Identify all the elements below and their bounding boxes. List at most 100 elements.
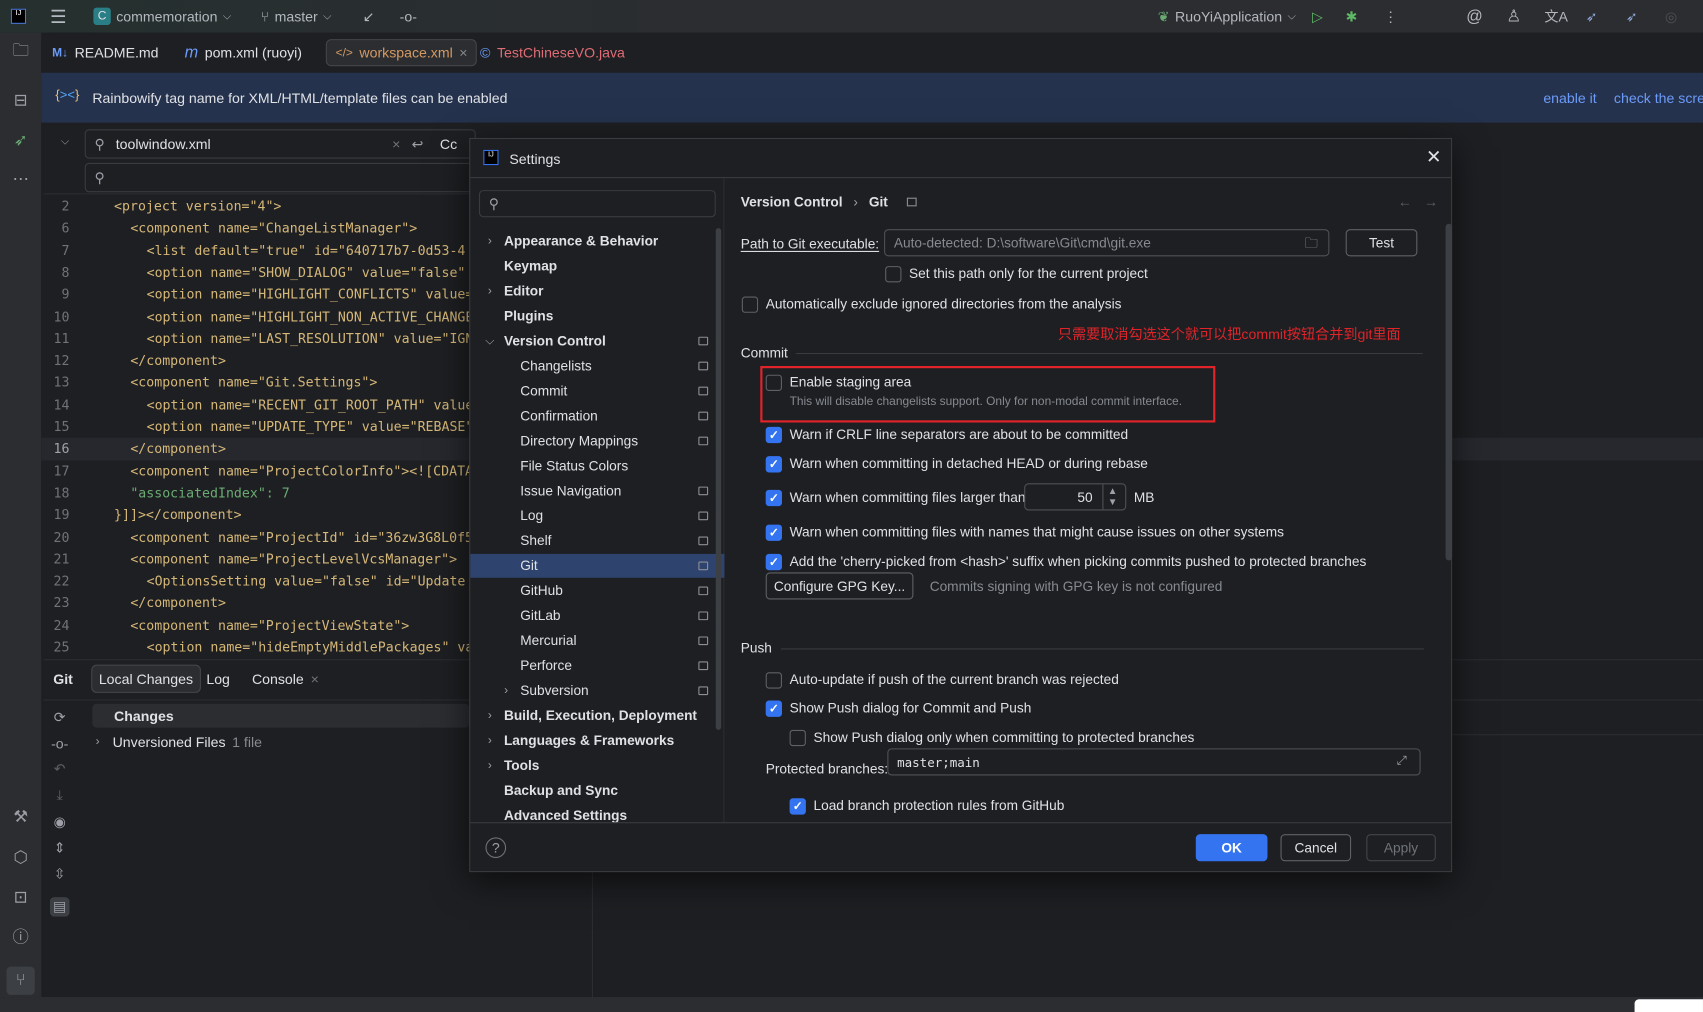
translate-icon[interactable]: 文A — [1544, 0, 1568, 33]
jrebel-debug-icon[interactable]: ➶ — [1626, 0, 1638, 33]
load-protection-rules-checkbox[interactable]: ✓ Load branch protection rules from GitHu… — [789, 795, 1064, 817]
settings-nav-item[interactable]: Backup and Sync — [470, 779, 724, 803]
enable-it-link[interactable]: enable it — [1543, 90, 1596, 106]
match-case-toggle[interactable]: Cc — [440, 136, 457, 152]
test-button[interactable]: Test — [1345, 229, 1418, 257]
checkmark-icon[interactable]: ✓ — [765, 699, 782, 717]
add-user-icon[interactable]: ♙ — [1506, 0, 1521, 33]
project-folder-icon[interactable]: 🗀 — [10, 40, 32, 62]
checkmark-icon[interactable]: ✓ — [765, 426, 782, 443]
settings-nav-item[interactable]: Confirmation — [470, 404, 724, 428]
nav-scrollbar[interactable] — [715, 228, 722, 730]
ok-button[interactable]: OK — [1195, 834, 1268, 862]
more-icon[interactable]: ⋮ — [1384, 0, 1398, 33]
settings-nav-item[interactable]: › Editor — [470, 279, 724, 303]
run-config-selector[interactable]: ❦ RuoYiApplication ⌵ — [1158, 0, 1296, 33]
checkbox[interactable] — [741, 295, 759, 313]
protected-branches-field[interactable]: master;main ⤢ — [887, 748, 1421, 776]
tab-pom-xml[interactable]: m pom.xml (ruoyi) — [176, 39, 311, 66]
checkbox[interactable] — [885, 265, 902, 282]
replace-input[interactable]: ⚲ — [84, 162, 476, 193]
preview-diff-icon[interactable]: ▤ — [49, 897, 70, 917]
cherry-pick-suffix-checkbox[interactable]: ✓ Add the 'cherry-picked from <hash>' suf… — [765, 551, 1366, 573]
chevron-right-icon[interactable]: › — [483, 734, 496, 747]
changes-row[interactable]: Changes — [92, 703, 470, 728]
checkbox[interactable] — [765, 671, 782, 689]
settings-nav-item[interactable]: GitLab — [470, 604, 724, 628]
expand-all-icon[interactable]: ⇕ — [50, 838, 70, 858]
breadcrumb-version-control[interactable]: Version Control — [741, 194, 843, 209]
view-options-icon[interactable]: ◉ — [50, 812, 70, 832]
settings-nav-item[interactable]: › Appearance & Behavior — [470, 229, 724, 253]
cancel-button[interactable]: Cancel — [1280, 834, 1352, 862]
settings-nav-item[interactable]: Directory Mappings — [470, 429, 724, 453]
close-icon[interactable]: ✕ — [1426, 147, 1441, 169]
chevron-right-icon[interactable]: › — [483, 759, 496, 772]
settings-nav-item[interactable]: Issue Navigation — [470, 479, 724, 503]
jrebel-icon[interactable]: ➶ — [10, 130, 32, 152]
new-line-icon[interactable]: ↩ — [412, 135, 424, 152]
settings-nav-item[interactable]: Perforce — [470, 654, 724, 678]
settings-nav-item[interactable]: File Status Colors — [470, 454, 724, 478]
checkbox[interactable] — [765, 374, 782, 391]
unversioned-files-row[interactable]: › Unversioned Files 1 file — [96, 732, 262, 752]
main-menu-icon[interactable]: ☰ — [50, 0, 67, 33]
auto-exclude-checkbox[interactable]: Automatically exclude ignored directorie… — [741, 293, 1121, 315]
warn-detached-head-checkbox[interactable]: ✓ Warn when committing in detached HEAD o… — [765, 453, 1148, 475]
settings-nav-item[interactable]: Plugins — [470, 304, 724, 328]
chevron-right-icon[interactable]: › — [483, 285, 496, 298]
collapse-all-icon[interactable]: ⇳ — [50, 865, 70, 885]
refresh-icon[interactable]: ⟳ — [50, 708, 70, 728]
collapse-chevron-icon[interactable]: ⌵ — [61, 136, 69, 148]
more-tools-icon[interactable]: ⋯ — [10, 169, 32, 191]
push-dialog-protected-only-checkbox[interactable]: Show Push dialog only when committing to… — [789, 727, 1194, 749]
checkmark-icon[interactable]: ✓ — [765, 455, 782, 472]
expand-icon[interactable]: ⤢ — [1397, 753, 1407, 769]
build-hammer-icon[interactable]: ⚒ — [10, 807, 32, 829]
clear-icon[interactable]: × — [392, 136, 400, 152]
chevron-right-icon[interactable]: › — [483, 709, 496, 722]
forward-arrow-icon[interactable]: → — [1424, 193, 1438, 209]
folder-icon[interactable]: 🗀 — [1304, 234, 1318, 257]
terminal-icon[interactable]: ⊡ — [10, 887, 32, 909]
settings-nav-item[interactable]: Mercurial — [470, 629, 724, 653]
checkmark-icon[interactable]: ✓ — [765, 489, 782, 506]
git-tool-icon[interactable]: ⑂ — [6, 966, 35, 995]
update-project-icon[interactable]: ↙ — [363, 0, 375, 33]
ai-assistant-icon[interactable]: @ — [1466, 0, 1483, 33]
check-screenshot-link[interactable]: check the scree — [1614, 90, 1703, 106]
structure-icon[interactable]: ⊟ — [10, 90, 32, 112]
settings-nav-item[interactable]: › Subversion — [470, 679, 724, 703]
commit-icon[interactable]: -o- — [400, 0, 417, 33]
warn-crlf-checkbox[interactable]: ✓ Warn if CRLF line separators are about … — [765, 424, 1128, 446]
checkmark-icon[interactable]: ✓ — [765, 524, 782, 541]
problems-icon[interactable]: ⓘ — [10, 928, 32, 950]
chevron-right-icon[interactable]: › — [500, 684, 513, 697]
jrebel-run-icon[interactable]: ➶ — [1586, 0, 1598, 33]
git-path-field[interactable]: Auto-detected: D:\software\Git\cmd\git.e… — [884, 229, 1330, 257]
settings-nav-item[interactable]: Git — [470, 553, 725, 578]
tab-testchinesevo[interactable]: © TestChineseVO.java — [471, 39, 633, 66]
settings-nav-item[interactable]: Changelists — [470, 354, 724, 378]
checkbox[interactable] — [789, 729, 806, 746]
commit-icon[interactable]: -o- — [50, 734, 70, 754]
settings-nav-item[interactable]: Keymap — [470, 254, 724, 278]
back-arrow-icon[interactable]: ← — [1398, 193, 1412, 209]
settings-nav-item[interactable]: ⌵ Version Control — [470, 329, 724, 353]
close-tab-icon[interactable]: × — [459, 45, 467, 61]
checkmark-icon[interactable]: ✓ — [789, 797, 806, 815]
tab-local-changes[interactable]: Local Changes — [91, 664, 201, 693]
size-limit-spinner[interactable]: 50 ▲ ▼ — [1024, 483, 1127, 511]
settings-nav-item[interactable]: Log — [470, 504, 724, 528]
stepper-arrows-icon[interactable]: ▲ ▼ — [1108, 485, 1118, 507]
apply-button[interactable]: Apply — [1366, 834, 1436, 862]
warn-filenames-checkbox[interactable]: ✓ Warn when committing files with names t… — [765, 521, 1284, 543]
tab-workspace-xml[interactable]: </> workspace.xml × — [325, 39, 478, 67]
path-project-only-checkbox[interactable]: Set this path only for the current proje… — [885, 263, 1148, 285]
run-icon[interactable]: ▷ — [1312, 0, 1323, 33]
search-input[interactable]: ⚲ toolwindow.xml × ↩ Cc — [84, 129, 476, 159]
help-icon[interactable]: ? — [485, 837, 507, 859]
enable-staging-checkbox[interactable]: Enable staging area — [765, 371, 911, 393]
services-icon[interactable]: ⬡ — [10, 847, 32, 869]
content-scrollbar[interactable] — [1445, 223, 1453, 561]
